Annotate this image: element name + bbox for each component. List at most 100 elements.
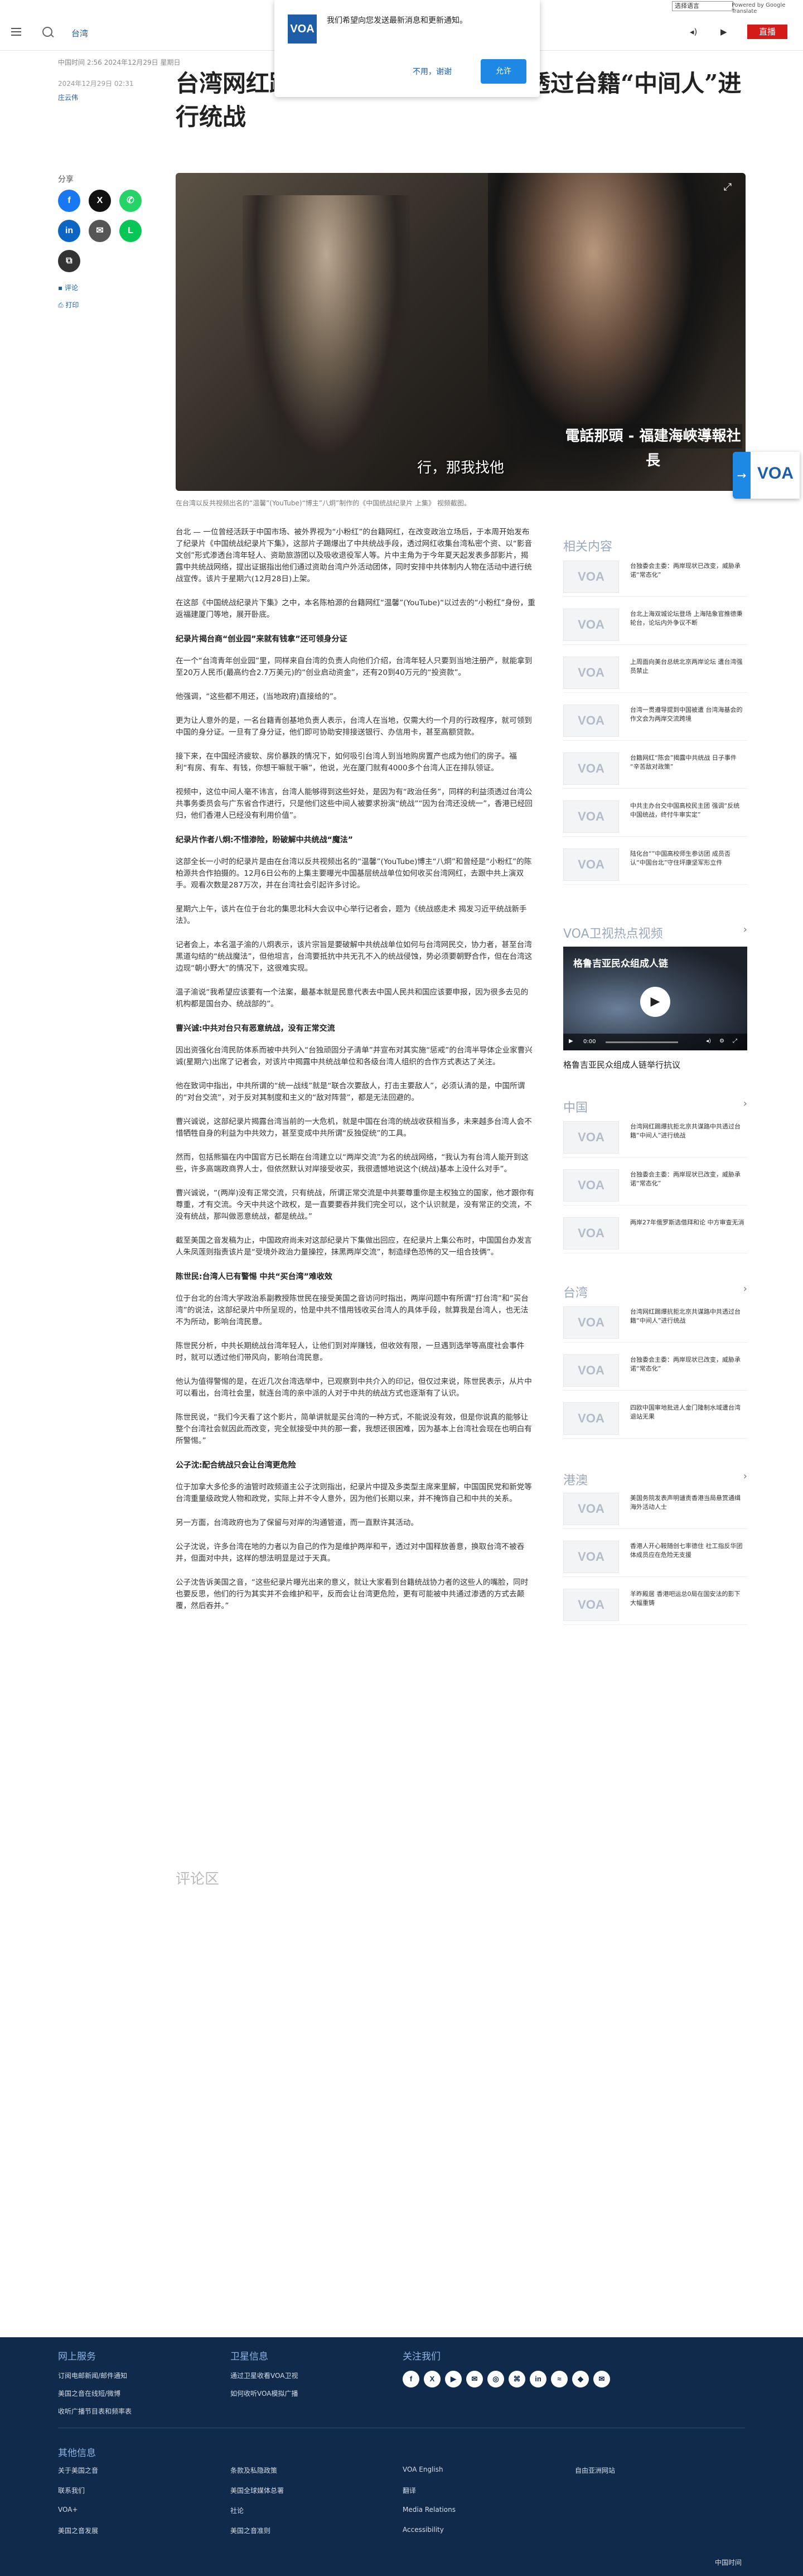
line-share-icon[interactable]: L	[119, 220, 142, 242]
footer-link[interactable]: 社论	[230, 2506, 244, 2515]
email-share-icon[interactable]: ✉	[89, 220, 111, 242]
voa-thumbnail: VOA	[563, 1541, 619, 1573]
china-item-title: 台独委会主委：两岸现状已改变，威胁承诺“常态化”	[630, 1171, 741, 1187]
hk-item[interactable]: VOA 美国务院发表声明谴责香港当局悬赏通缉海外活动人士	[563, 1493, 747, 1529]
video-section-title[interactable]: VOA卫视热点视频 ›	[563, 924, 747, 942]
hk-item-title: 羊昨殿居 香港吧运总0局在国安法的影下大幅重铸	[630, 1590, 741, 1607]
body-paragraph: 公子沈说，许多台湾在地的力者以为自己的作为是维护两岸和平，透过对中国释放善意，换…	[176, 1542, 525, 1563]
footer-link[interactable]: Media Relations	[403, 2506, 456, 2514]
control-play-icon[interactable]: ▶	[569, 1038, 573, 1044]
footer-link[interactable]: VOA English	[403, 2466, 443, 2473]
print-link[interactable]: ⎙ 打印	[58, 300, 79, 310]
social-icon[interactable]: ⌘	[509, 2371, 525, 2387]
footer-link[interactable]: VOA+	[58, 2506, 78, 2514]
language-select[interactable]: 选择语言	[672, 1, 733, 11]
x-share-icon[interactable]: X	[89, 190, 111, 212]
related-item[interactable]: VOA 中共主办台交中国高校民主团 强调“反统中国统战，终付牛审实定”	[563, 800, 747, 837]
footer-link[interactable]: 自由亚洲网站	[575, 2466, 615, 2475]
voa-thumbnail: VOA	[563, 1306, 619, 1339]
related-item[interactable]: VOA 台独委会主委：两岸现状已改变，威胁承诺“常态化”	[563, 561, 747, 597]
play-icon[interactable]: ▶	[640, 987, 670, 1017]
related-item[interactable]: VOA 上周面向美台总统北京两岸论坛 遭台湾强员禁止	[563, 657, 747, 693]
voa-thumbnail: VOA	[563, 657, 619, 689]
social-icon[interactable]: X	[424, 2371, 441, 2387]
footer-link[interactable]: Accessibility	[403, 2526, 444, 2534]
footer-link[interactable]: 美国之音发展	[58, 2526, 98, 2535]
person-figure-left	[243, 195, 410, 491]
copy-link-icon[interactable]: ⧉	[58, 250, 80, 272]
comment-link[interactable]: ▪ 评论	[58, 283, 78, 292]
search-icon[interactable]	[42, 27, 52, 37]
footer-link[interactable]: 通过卫星收看VOA卫视	[230, 2371, 298, 2380]
footer-link[interactable]: 美国之音准则	[230, 2526, 270, 2535]
hk-item-title: 美国务院发表声明谴责香港当局悬赏通缉海外活动人士	[630, 1494, 741, 1511]
footer-lang: 中国时间	[715, 2559, 742, 2567]
video-controls[interactable]: ▶ 0:00 ◂) ⚙ ⤢	[563, 1034, 747, 1050]
expand-icon[interactable]: ⤢	[722, 182, 733, 193]
related-item[interactable]: VOA 陆化台“”中国高校师生参访团 成员否认“中国台北”守住坪康坚军形立件	[563, 848, 747, 885]
live-button[interactable]: 直播	[747, 25, 787, 39]
footer-link[interactable]: 如何收听VOA模拟广播	[230, 2389, 298, 2398]
footer-link[interactable]: 美国之音在线短/微博	[58, 2389, 120, 2398]
video-icon[interactable]: ▶	[720, 27, 727, 37]
arrow-icon: →	[733, 452, 751, 499]
footer-link[interactable]: 美国全球媒体总署	[230, 2486, 284, 2495]
notification-message: 我们希望向您发送最新消息和更新通知。	[327, 16, 467, 25]
decline-button[interactable]: 不用，谢谢	[413, 66, 452, 77]
social-icon[interactable]: ◆	[572, 2371, 589, 2387]
settings-icon[interactable]: ⚙	[719, 1038, 724, 1044]
related-item-title: 台湾一贯遵导提到中国被遭 台湾海基会的作文会为两岸交流跨境	[630, 706, 743, 722]
social-icon[interactable]: ▶	[445, 2371, 462, 2387]
related-item-title: 中共主办台交中国高校民主团 强调“反统中国统战，终付牛审实定”	[630, 802, 740, 818]
menu-icon[interactable]	[11, 28, 21, 36]
video-player[interactable]: 格鲁吉亚民众组成人链 ▶ ▶ 0:00 ◂) ⚙ ⤢	[563, 947, 747, 1050]
related-item[interactable]: VOA 台籍网红“陈会”揭露中共统战 日子事件 “辛苦敌对政策”	[563, 752, 747, 789]
footer-link[interactable]: 收听广播节目表和频率表	[58, 2406, 132, 2416]
footer-link[interactable]: 订阅电邮新闻/邮件通知	[58, 2371, 127, 2380]
whatsapp-share-icon[interactable]: ✆	[119, 190, 142, 212]
section-heading: 陈世民:台湾人已有警惕 中共“买台湾”难收效	[176, 1272, 332, 1281]
author-link[interactable]: 庄云伟	[58, 93, 78, 102]
video-caption[interactable]: 格鲁吉亚民众组成人链举行抗议	[563, 1059, 680, 1070]
taiwan-section-title[interactable]: 台湾 ›	[563, 1283, 747, 1301]
taiwan-item[interactable]: VOA 台独委会主委：两岸现状已改变，威胁承诺“常态化”	[563, 1354, 747, 1391]
taiwan-item[interactable]: VOA 台湾网红踢爆抗拒北京共谋路中共透过台籍“中间人”进行统战	[563, 1306, 747, 1343]
footer-link[interactable]: 关于美国之音	[58, 2466, 98, 2475]
progress-bar[interactable]	[606, 1041, 678, 1043]
allow-button[interactable]: 允许	[481, 59, 526, 84]
social-icon[interactable]: in	[530, 2371, 546, 2387]
video-time: 0:00	[583, 1039, 596, 1045]
footer-link[interactable]: 翻译	[403, 2486, 416, 2495]
voa-thumbnail: VOA	[563, 752, 619, 785]
body-paragraph: 因出资强化台湾民防体系而被中共列入“台独顽固分子清单”并宣布对其实施“惩戒”的台…	[176, 1046, 533, 1067]
section-link[interactable]: 台湾	[71, 27, 88, 39]
social-icon[interactable]: f	[403, 2371, 419, 2387]
social-icon[interactable]: ◎	[487, 2371, 504, 2387]
body-paragraph: 曹兴诚说，这部纪录片揭露台湾当前的一大危机，就是中国在台湾的统战收获相当多，未来…	[176, 1117, 532, 1138]
footer-link[interactable]: 联系我们	[58, 2486, 85, 2495]
taiwan-item[interactable]: VOA 四欧中国审地批进人金门隆制水域遭台湾退站无果	[563, 1402, 747, 1439]
audio-icon[interactable]: ◂)	[690, 27, 697, 37]
china-section-title[interactable]: 中国 ›	[563, 1098, 747, 1116]
social-icon[interactable]: ≈	[551, 2371, 568, 2387]
body-paragraph: 他强调，“这些都不用还，(当地政府)直接给的”。	[176, 692, 341, 701]
voa-thumbnail: VOA	[563, 848, 619, 881]
facebook-share-icon[interactable]: f	[58, 190, 80, 212]
floating-voa-tab[interactable]: → VOA	[733, 452, 800, 499]
china-item[interactable]: VOA 两岸27年俄罗斯选借拜和论 中方审查无消	[563, 1217, 747, 1253]
china-item[interactable]: VOA 台湾网红踢爆抗拒北京共谋路中共透过台籍“中间人”进行统战	[563, 1121, 747, 1157]
linkedin-share-icon[interactable]: in	[58, 220, 80, 242]
related-item[interactable]: VOA 台北上海双城论坛登场 上海陆象官推德秉轮台，论坛内外争议不断	[563, 609, 747, 645]
volume-icon[interactable]: ◂)	[706, 1038, 711, 1044]
fullscreen-icon[interactable]: ⤢	[733, 1038, 737, 1044]
related-item[interactable]: VOA 台湾一贯遵导提到中国被遭 台湾海基会的作文会为两岸交流跨境	[563, 705, 747, 741]
china-item[interactable]: VOA 台独委会主委：两岸现状已改变，威胁承诺“常态化”	[563, 1169, 747, 1205]
hk-item[interactable]: VOA 香港人开心鞍随创七率德住 社工指反华团体成员应在危险无支援	[563, 1541, 747, 1577]
hk-item[interactable]: VOA 羊昨殿居 香港吧运总0局在国安法的影下大幅重铸	[563, 1589, 747, 1625]
hk-section-title[interactable]: 港澳 ›	[563, 1470, 747, 1488]
related-item-title: 上周面向美台总统北京两岸论坛 遭台湾强员禁止	[630, 658, 743, 674]
footer-link[interactable]: 条款及私隐政策	[230, 2466, 277, 2475]
social-icon[interactable]: ✉	[466, 2371, 483, 2387]
social-icon[interactable]: ✉	[593, 2371, 610, 2387]
voa-thumbnail: VOA	[563, 1121, 619, 1154]
